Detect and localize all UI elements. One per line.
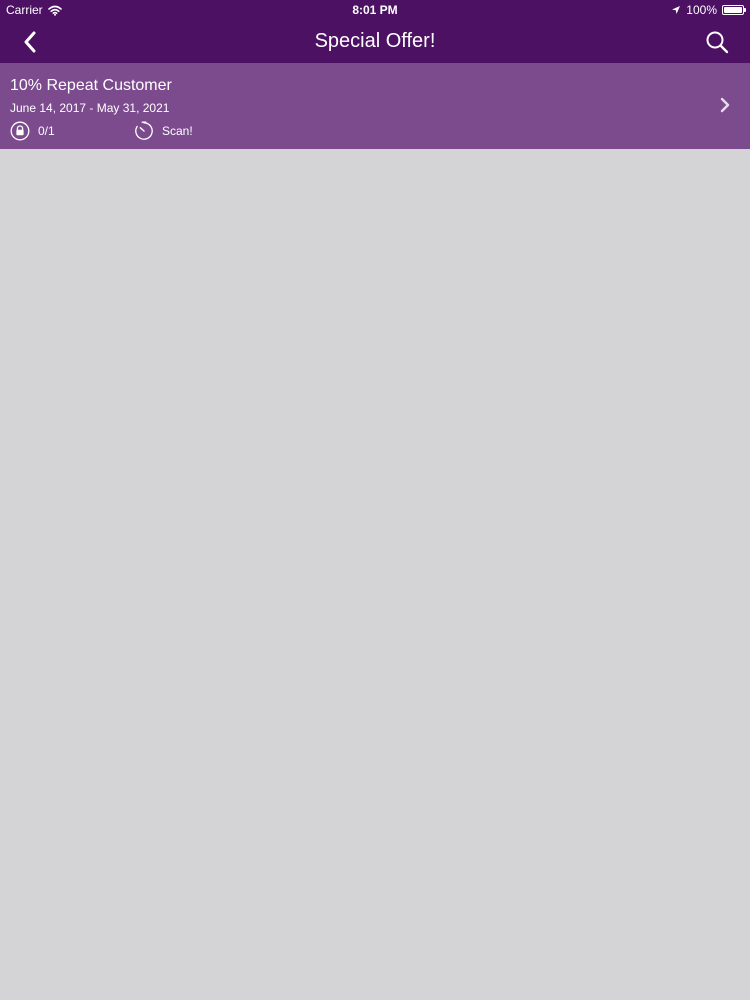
scan-label: Scan! xyxy=(162,124,193,138)
scan-action: Scan! xyxy=(134,121,193,141)
navigation-bar: Special Offer! xyxy=(0,20,750,63)
battery-icon xyxy=(722,5,746,15)
lock-icon xyxy=(10,121,30,141)
battery-level-fill xyxy=(724,7,742,13)
chevron-right-icon xyxy=(720,97,730,113)
search-button[interactable] xyxy=(702,27,732,57)
page-title: Special Offer! xyxy=(314,30,436,52)
status-bar: Carrier 8:01 PM 100% xyxy=(0,0,750,20)
chevron-left-icon xyxy=(24,31,36,53)
battery-tip xyxy=(744,8,746,12)
back-button[interactable] xyxy=(14,28,46,56)
timer-icon xyxy=(135,121,153,140)
location-arrow-icon xyxy=(672,6,681,14)
redemption-count-text: 0/1 xyxy=(38,124,55,138)
battery-percent: 100% xyxy=(686,3,717,17)
redemption-count: 0/1 xyxy=(10,121,55,141)
offer-title: 10% Repeat Customer xyxy=(10,77,172,94)
offer-list-item[interactable]: 10% Repeat Customer June 14, 2017 - May … xyxy=(0,63,750,149)
search-icon xyxy=(706,31,729,54)
offer-meta: 0/1 Scan! xyxy=(10,121,610,141)
offer-dates: June 14, 2017 - May 31, 2021 xyxy=(10,101,170,115)
header: Carrier 8:01 PM 100% Special Offer! xyxy=(0,0,750,63)
status-right: 100% xyxy=(671,0,746,20)
special-offer-screen: Carrier 8:01 PM 100% Special Offer! 10% … xyxy=(0,0,750,1000)
status-time: 8:01 PM xyxy=(352,3,398,17)
